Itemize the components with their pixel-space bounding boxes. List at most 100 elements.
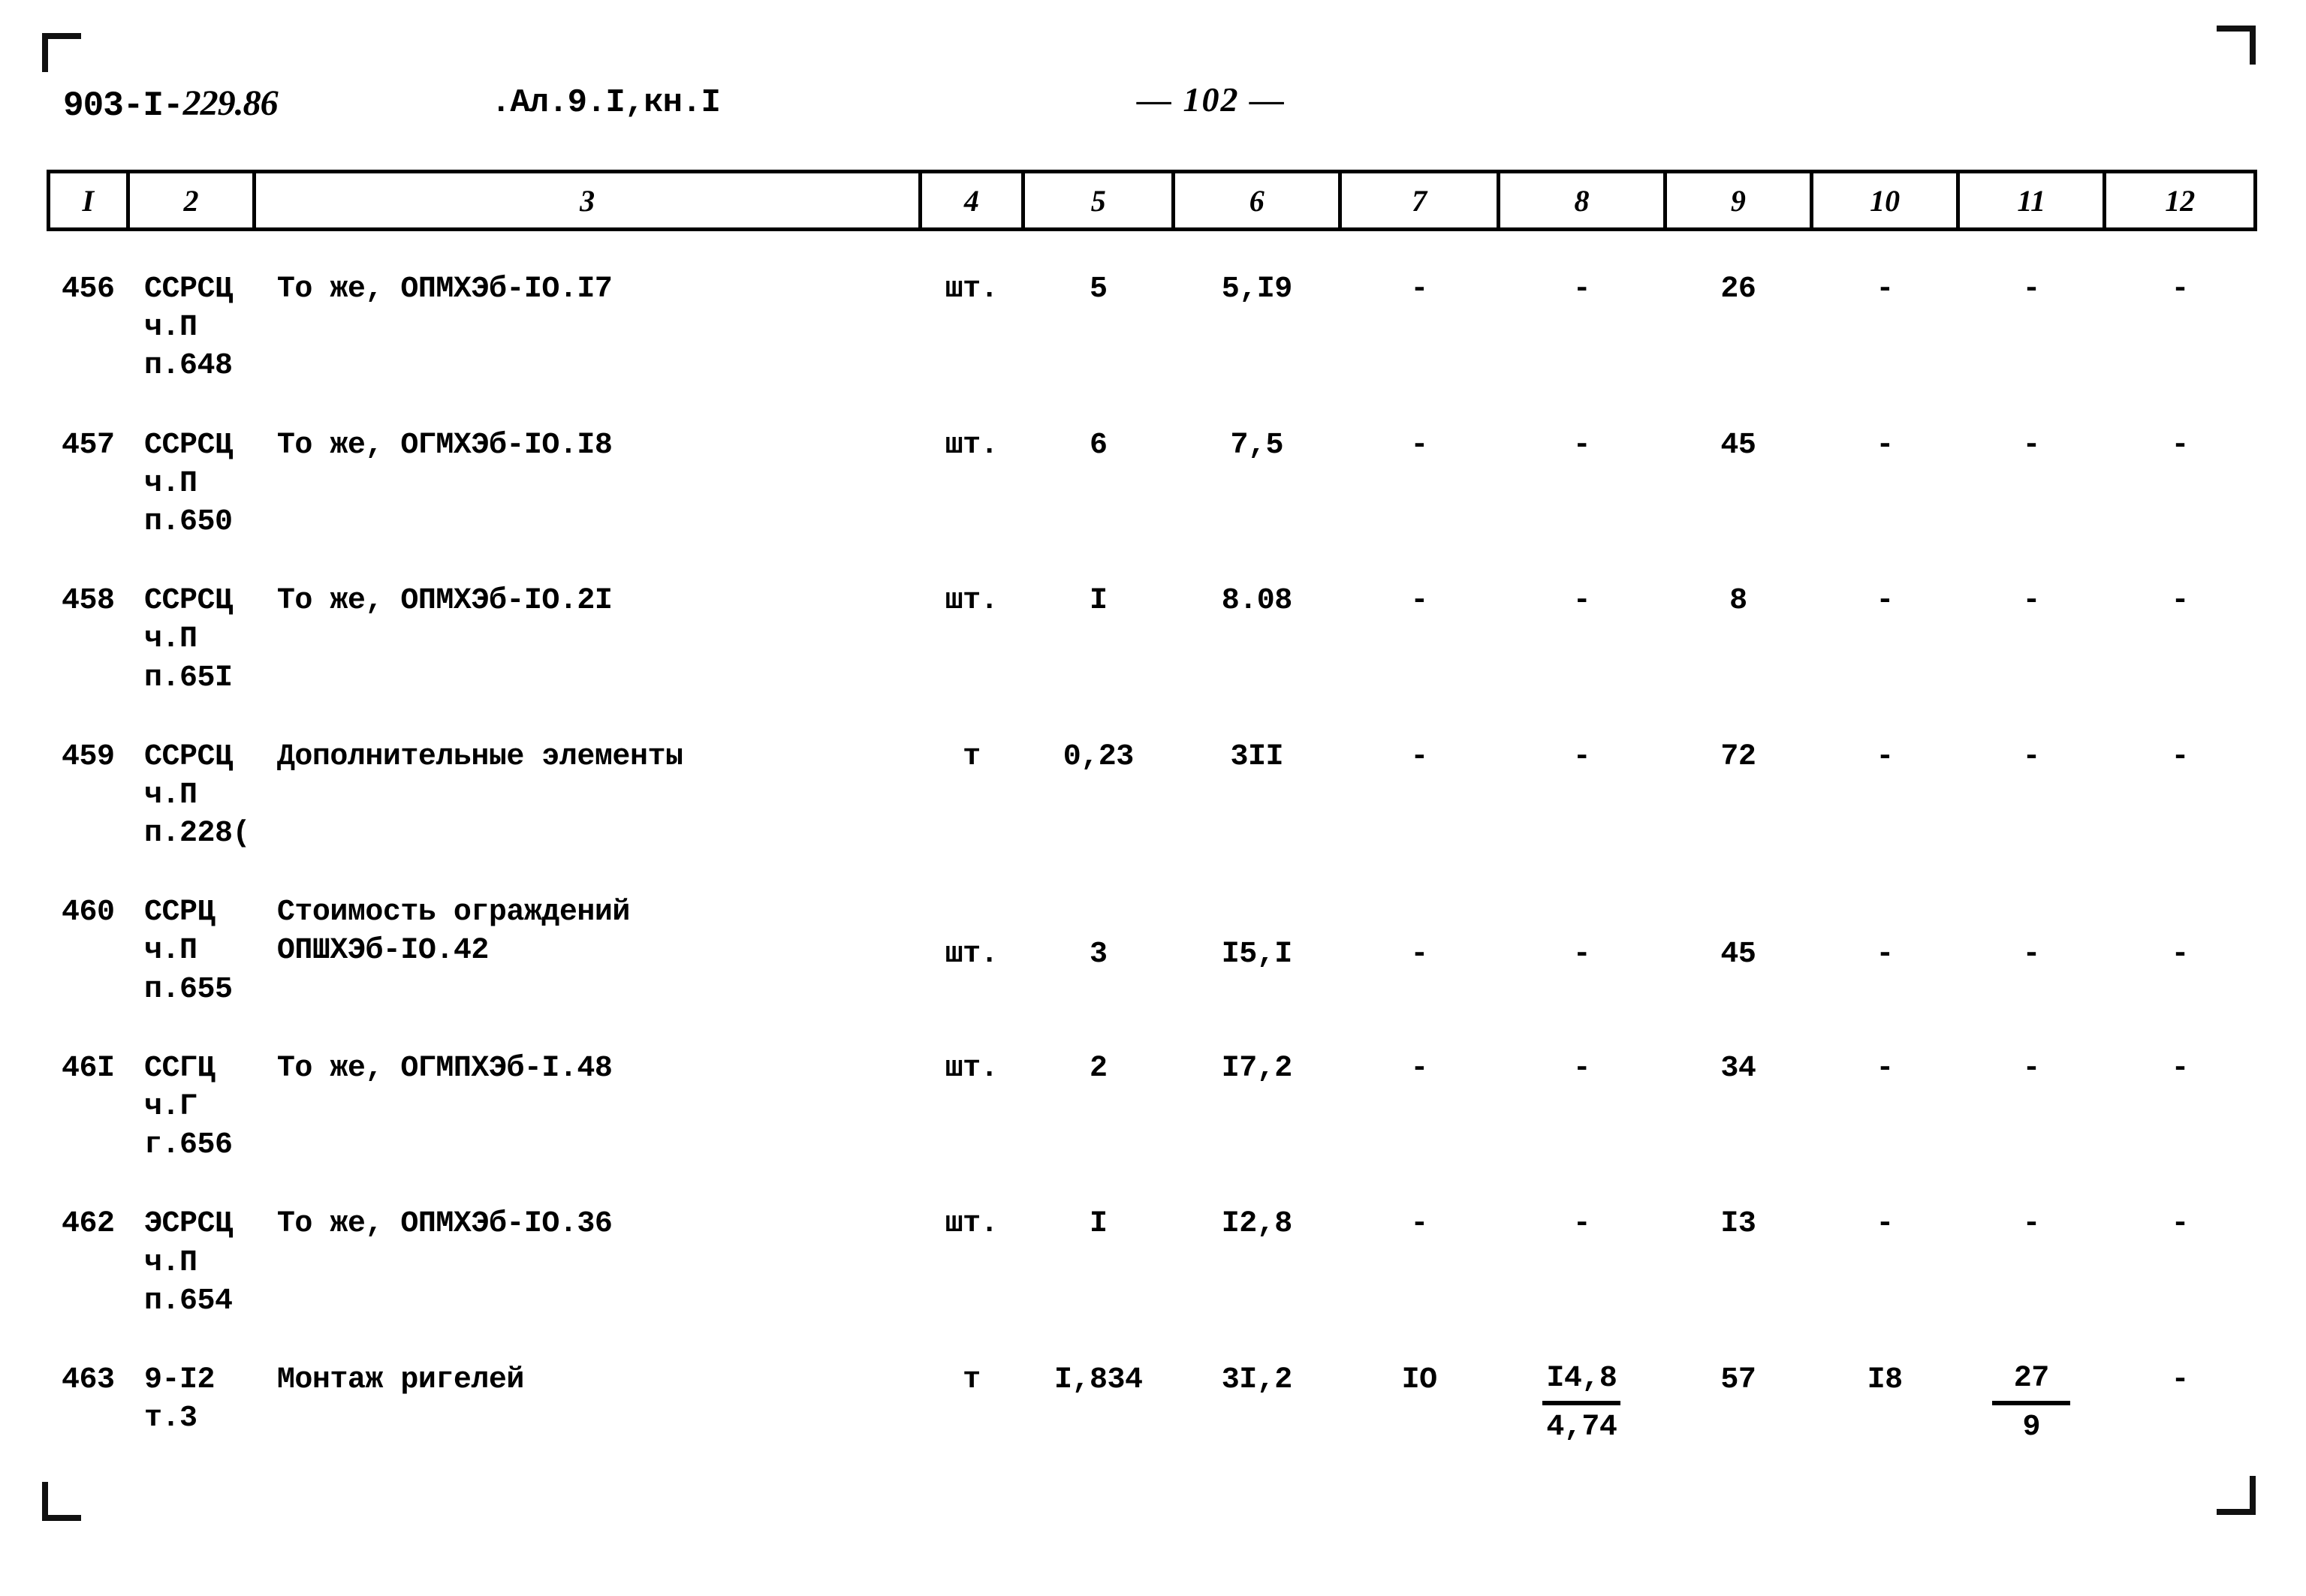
row-column5-cell: 3	[1089, 938, 1108, 972]
row-description-cell: Дополнительные элементы	[276, 739, 683, 774]
row-column12-cell: -	[2171, 584, 2189, 619]
fraction-bar	[1542, 1401, 1621, 1406]
crop-mark-bottom-right	[2217, 1476, 2256, 1515]
column-header-8: 8	[1497, 170, 1667, 231]
row-code-cell: ССРЦ ч.П п.655	[144, 896, 233, 1007]
row-column11-cell: -	[2022, 428, 2041, 462]
column-header-7: 7	[1338, 170, 1501, 231]
row-description-cell: То же, ОГМПХЭб-I.48	[276, 1051, 613, 1086]
row-column6-cell: I2,8	[1221, 1207, 1293, 1242]
row-column9-cell: 34	[1720, 1051, 1756, 1086]
row-column10-cell: -	[1876, 739, 1894, 774]
estimate-table: I 2 3 4 5 6 7 8 9 10 11 12 456 ССРСЦ ч.П …	[47, 170, 2257, 1454]
row-column7-cell: -	[1410, 1051, 1428, 1086]
row-column6-cell: 3II	[1230, 739, 1284, 774]
row-number-cell: 456	[62, 273, 115, 306]
row-number-cell: 459	[62, 739, 115, 774]
fraction-denominator: 4,74	[1546, 1411, 1617, 1445]
row-column10-cell: -	[1876, 1207, 1894, 1242]
row-column9-cell: 45	[1720, 428, 1756, 462]
crop-mark-bottom-left	[42, 1482, 81, 1521]
row-column10-cell: -	[1876, 273, 1894, 306]
scanned-document-page: 903-I-229.86 .Ал.9.I,кн.I — 102 — I 2 3 …	[0, 0, 2306, 1596]
row-code-cell: ССРСЦ ч.П п.228(	[144, 739, 251, 851]
row-code-cell: ССГЦ ч.Г г.656	[144, 1051, 233, 1163]
column-header-10: 10	[1809, 170, 1961, 231]
row-column6-cell: I5,I	[1221, 938, 1293, 972]
table-row: 456 ССРСЦ ч.П п.648 То же, ОПМХЭб-IO.I7 шт.…	[49, 230, 2256, 393]
row-column6-cell: 8.08	[1221, 584, 1293, 619]
row-column8-cell: -	[1572, 273, 1591, 306]
row-column12-cell: -	[2171, 1051, 2189, 1086]
row-column5-cell: I	[1089, 1207, 1108, 1242]
row-code-cell: ЭСРСЦ ч.П п.654	[144, 1207, 233, 1318]
table-row: 457 ССРСЦ ч.П п.650 То же, ОГМХЭб-IO.I8 шт.…	[49, 393, 2256, 550]
column-header-12: 12	[2103, 170, 2257, 231]
row-column7-cell: IO	[1401, 1363, 1438, 1397]
fraction-numerator: 27	[2013, 1361, 2050, 1396]
fraction-numerator: I4,8	[1546, 1361, 1617, 1396]
row-column6-cell: 3I,2	[1221, 1363, 1293, 1397]
row-code-cell: 9-I2 т.3	[144, 1363, 216, 1436]
row-description-cell: То же, ОПМХЭб-IO.2I	[276, 584, 613, 619]
row-column7-cell: -	[1410, 428, 1428, 462]
row-number-cell: 457	[62, 428, 115, 462]
table-row: 463 9-I2 т.3 Монтаж ригелей т I,834 3I,2 IO I4,…	[49, 1328, 2256, 1454]
row-column11-cell: -	[2022, 1051, 2041, 1086]
column-header-5: 5	[1020, 170, 1176, 231]
table-row: 458 ССРСЦ ч.П п.65I То же, ОПМХЭб-IO.2I шт.…	[49, 549, 2256, 705]
row-unit-cell: шт.	[945, 584, 999, 619]
row-column8-cell: -	[1572, 1051, 1591, 1086]
row-column6-cell: 5,I9	[1221, 273, 1293, 306]
row-column10-cell: -	[1876, 428, 1894, 462]
row-column10-cell: -	[1876, 938, 1894, 972]
row-column10-cell: -	[1876, 1051, 1894, 1086]
row-number-cell: 462	[62, 1207, 115, 1242]
page-number: — 102 —	[1137, 80, 1286, 119]
row-column6-cell: I7,2	[1221, 1051, 1293, 1086]
row-column11-cell: -	[2022, 1207, 2041, 1242]
row-description-cell: То же, ОПМХЭб-IO.36	[276, 1207, 613, 1242]
row-column8-cell: I4,8 4,74	[1499, 1328, 1665, 1454]
row-description-cell: Монтаж ригелей	[276, 1363, 525, 1397]
row-column11-cell: 27 9	[1958, 1328, 2105, 1454]
row-column9-cell: 26	[1720, 273, 1756, 306]
table-row: 462 ЭСРСЦ ч.П п.654 То же, ОПМХЭб-IO.36 шт.…	[49, 1172, 2256, 1328]
column-header-2: 2	[125, 170, 257, 231]
row-unit-cell: шт.	[945, 1207, 999, 1242]
fraction-value: 27 9	[1992, 1361, 2071, 1445]
row-column8-cell: -	[1572, 584, 1591, 619]
table-body: 456 ССРСЦ ч.П п.648 То же, ОПМХЭб-IO.I7 шт.…	[49, 230, 2256, 1455]
row-unit-cell: шт.	[945, 938, 999, 972]
row-column5-cell: 6	[1089, 428, 1108, 462]
row-column7-cell: -	[1410, 1207, 1428, 1242]
document-code-prefix: 903-I-	[63, 86, 184, 125]
row-column5-cell: 2	[1089, 1051, 1108, 1086]
row-column11-cell: -	[2022, 938, 2041, 972]
row-column7-cell: -	[1410, 739, 1428, 774]
row-column6-cell: 7,5	[1230, 428, 1284, 462]
row-unit-cell: т	[963, 739, 981, 774]
row-column9-cell: I3	[1720, 1207, 1756, 1242]
row-description-cell: Стоимость ограждений ОПШХЭб-IO.42	[276, 896, 631, 968]
row-description-cell: То же, ОГМХЭб-IO.I8	[276, 428, 613, 462]
row-number-cell: 46I	[62, 1051, 115, 1086]
fraction-bar	[1992, 1401, 2071, 1406]
document-code: 903-I-229.86	[63, 83, 279, 125]
estimate-table-container: I 2 3 4 5 6 7 8 9 10 11 12 456 ССРСЦ ч.П …	[47, 170, 2257, 1454]
table-row: 459 ССРСЦ ч.П п.228( Дополнительные элемен…	[49, 705, 2256, 861]
column-number-row: I 2 3 4 5 6 7 8 9 10 11 12	[47, 170, 2257, 231]
row-code-cell: ССРСЦ ч.П п.65I	[144, 584, 233, 695]
row-column7-cell: -	[1410, 584, 1428, 619]
row-column5-cell: 5	[1089, 273, 1108, 306]
fraction-value: I4,8 4,74	[1542, 1361, 1621, 1445]
column-header-3: 3	[252, 170, 922, 231]
row-number-cell: 460	[62, 896, 115, 930]
table-header: I 2 3 4 5 6 7 8 9 10 11 12	[47, 170, 2257, 231]
document-code-suffix: 229.86	[182, 83, 279, 123]
row-column5-cell: I	[1089, 584, 1108, 619]
table-row: 460 ССРЦ ч.П п.655 Стоимость ограждений ОП…	[49, 860, 2256, 1016]
table-row: 46I ССГЦ ч.Г г.656 То же, ОГМПХЭб-I.48 шт. 2…	[49, 1016, 2256, 1173]
row-column8-cell: -	[1572, 739, 1591, 774]
row-column12-cell: -	[2171, 938, 2189, 972]
